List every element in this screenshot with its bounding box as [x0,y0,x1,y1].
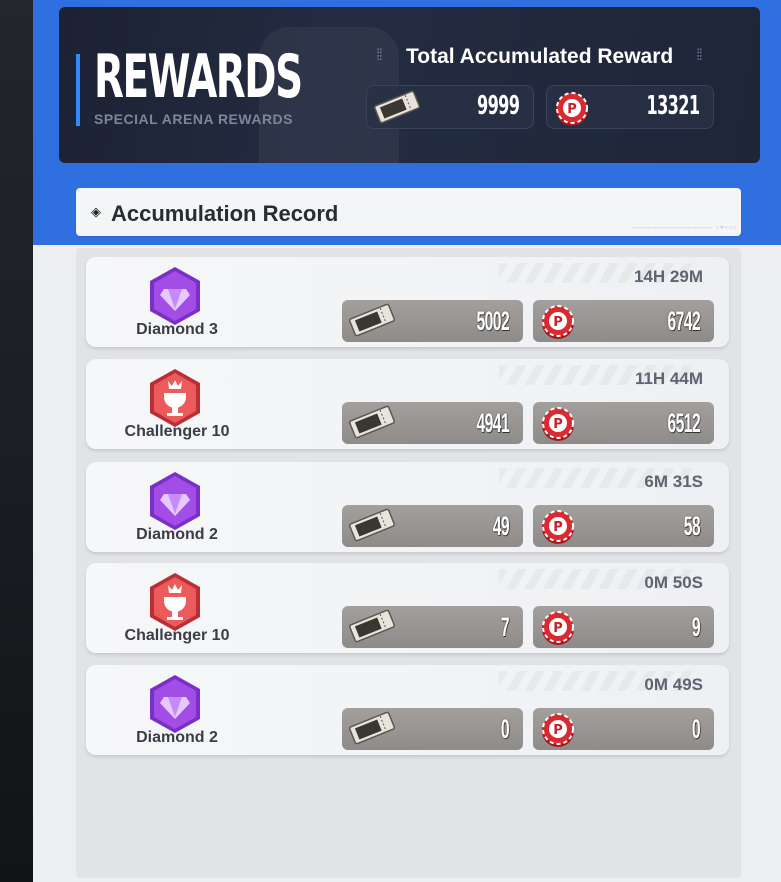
left-backdrop [0,0,33,882]
section-title: Accumulation Record [111,201,339,226]
record-time: 6M 31S [644,472,703,491]
total-reward-title: Total Accumulated Reward [406,45,674,68]
total-ticket-value: 9999 [476,91,520,121]
dots-left-icon: ⁞⁞ [376,47,383,64]
coin-value: 58 [683,511,701,541]
accumulation-record-header: ◈ Accumulation Record ———————— ▫▪▫▫▫ [76,188,741,236]
dots-right-icon: ⁞⁞ [696,47,703,64]
ticket-icon [346,301,398,344]
record-row: Challenger 10 0M 50S 7 P 9 [86,563,729,653]
decorative-squares-icon: ———————— ▫▪▫▫▫ [632,222,737,232]
ticket-icon [346,709,398,752]
coin-reward-pill: P 6742 [533,300,714,342]
ticket-value: 49 [492,511,510,541]
ticket-reward-pill: 49 [342,505,523,547]
coin-reward-pill: P 0 [533,708,714,750]
total-coin-value: 13321 [646,91,700,121]
ticket-value: 0 [500,714,510,744]
rank-name: Diamond 2 [136,526,218,543]
record-time: 0M 49S [644,675,703,694]
coin-reward-pill: P 9 [533,606,714,648]
rank-name: Challenger 10 [124,627,230,644]
p-coin-icon: P [537,403,579,448]
coin-reward-pill: P 58 [533,505,714,547]
record-row: Diamond 2 0M 49S 0 P 0 [86,665,729,755]
svg-text:P: P [553,315,563,330]
ticket-reward-pill: 5002 [342,300,523,342]
svg-text:P: P [553,621,563,636]
ticket-reward-pill: 7 [342,606,523,648]
svg-text:P: P [567,102,577,117]
record-row: Diamond 3 14H 29M 5002 P 6742 [86,257,729,347]
p-coin-icon: P [537,709,579,754]
p-coin-icon: P [537,506,579,551]
record-row: Diamond 2 6M 31S 49 P 58 [86,462,729,552]
record-time: 0M 50S [644,573,703,592]
ticket-reward-pill: 0 [342,708,523,750]
coin-reward-pill: P 6512 [533,402,714,444]
svg-text:P: P [553,417,563,432]
ticket-icon [371,88,423,131]
svg-text:P: P [553,723,563,738]
page-subtitle: SPECIAL ARENA REWARDS [94,111,294,127]
p-coin-icon: P [551,88,593,133]
ticket-value: 7 [500,612,510,642]
p-coin-icon: P [537,607,579,652]
record-time: 14H 29M [634,267,703,286]
rank-name: Diamond 2 [136,729,218,746]
ticket-icon [346,506,398,549]
page-title: REWARDS [94,42,303,112]
p-coin-icon: P [537,301,579,346]
coin-value: 6512 [667,408,700,438]
ticket-value: 4941 [476,408,509,438]
coin-value: 0 [691,714,701,744]
record-time: 11H 44M [634,369,703,388]
diamond-bullet-icon: ◈ [91,204,101,219]
svg-text:P: P [553,520,563,535]
title-accent-bar [76,54,80,126]
total-coin-box: P 13321 [546,85,714,129]
ticket-icon [346,607,398,650]
coin-value: 9 [691,612,701,642]
ticket-reward-pill: 4941 [342,402,523,444]
coin-value: 6742 [667,306,700,336]
ticket-value: 5002 [476,306,509,336]
rank-name: Challenger 10 [124,423,230,440]
total-ticket-box: 9999 [366,85,534,129]
rank-name: Diamond 3 [136,321,218,338]
rewards-header: REWARDS SPECIAL ARENA REWARDS ⁞⁞ Total A… [59,7,760,163]
ticket-icon [346,403,398,446]
record-row: Challenger 10 11H 44M 4941 P 6512 [86,359,729,449]
